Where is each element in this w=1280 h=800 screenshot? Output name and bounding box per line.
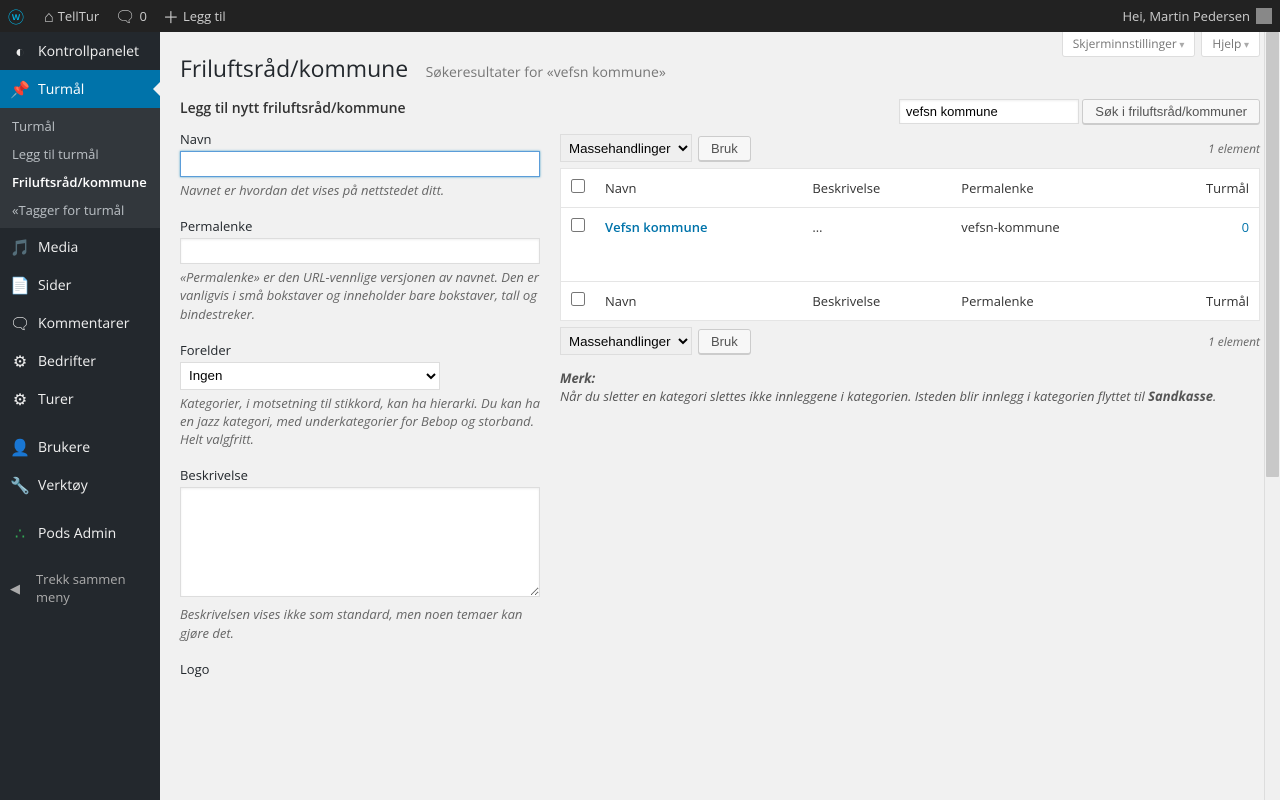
main-content: Skjerminnstillinger Hjelp Friluftsråd/ko… (160, 32, 1280, 800)
home-icon: ⌂ (44, 5, 54, 27)
sidebar-sub-add[interactable]: Legg til turmål (0, 140, 160, 168)
delete-note: Merk: Når du sletter en kategori slettes… (560, 369, 1260, 405)
select-all-bottom[interactable] (571, 292, 585, 306)
terms-table: Navn Beskrivelse Permalenke Turmål Vefsn… (560, 168, 1260, 321)
tablenav-bottom: Massehandlinger Bruk 1 element (560, 327, 1260, 355)
search-input[interactable] (899, 99, 1079, 124)
slug-desc: «Permalenke» er den URL-vennlige versjon… (180, 268, 540, 323)
sidebar-sub-friluft[interactable]: Friluftsråd/kommune (0, 168, 160, 196)
sidebar-item-bedrifter[interactable]: ⚙Bedrifter (0, 342, 160, 380)
sidebar-item-turmal[interactable]: 📌Turmål (0, 70, 160, 108)
comments-icon: 🗨 (10, 312, 30, 334)
my-account[interactable]: Hei, Martin Pedersen (1114, 0, 1280, 32)
col-desc-header[interactable]: Beskrivelse (802, 169, 951, 208)
sidebar-item-tools[interactable]: 🔧Verktøy (0, 466, 160, 504)
col-name-header[interactable]: Navn (595, 169, 802, 208)
screen-options-button[interactable]: Skjerminnstillinger (1062, 32, 1196, 57)
submenu-turmal: Turmål Legg til turmål Friluftsråd/kommu… (0, 108, 160, 228)
pages-icon: 📄 (10, 274, 30, 296)
sidebar-item-media[interactable]: 🎵Media (0, 228, 160, 266)
table-row: Vefsn kommune … vefsn-kommune 0 (561, 208, 1260, 282)
description-label: Beskrivelse (180, 466, 540, 484)
admin-sidebar: ◐Kontrollpanelet 📌Turmål Turmål Legg til… (0, 32, 160, 800)
sidebar-sub-tags[interactable]: «Tagger for turmål (0, 196, 160, 224)
search-box: Søk i friluftsråd/kommuner (560, 99, 1260, 124)
add-term-form: Legg til nytt friluftsråd/kommune Navn N… (180, 99, 540, 678)
tablenav-top: Massehandlinger Bruk 1 element (560, 134, 1260, 162)
dashboard-icon: ◐ (10, 40, 30, 62)
sidebar-item-pods[interactable]: ∴Pods Admin (0, 514, 160, 552)
form-title: Legg til nytt friluftsråd/kommune (180, 99, 540, 118)
sidebar-sub-turmal[interactable]: Turmål (0, 112, 160, 140)
gear-icon: ⚙ (10, 350, 30, 372)
collapse-icon: ◀ (10, 579, 28, 597)
pods-icon: ∴ (10, 522, 30, 544)
row-slug: vefsn-kommune (951, 208, 1152, 282)
sidebar-item-turer[interactable]: ⚙Turer (0, 380, 160, 418)
sidebar-item-dashboard[interactable]: ◐Kontrollpanelet (0, 32, 160, 70)
slug-input[interactable] (180, 238, 540, 264)
row-count-link[interactable]: 0 (1242, 218, 1249, 236)
description-input[interactable] (180, 487, 540, 597)
sidebar-item-users[interactable]: 👤Brukere (0, 428, 160, 466)
media-icon: 🎵 (10, 236, 30, 258)
row-title-link[interactable]: Vefsn kommune (605, 218, 707, 236)
bulk-action-select-top[interactable]: Massehandlinger (560, 134, 692, 162)
name-input[interactable] (180, 151, 540, 177)
col-count-header[interactable]: Turmål (1152, 169, 1260, 208)
sidebar-item-pages[interactable]: 📄Sider (0, 266, 160, 304)
pagination-top: 1 element (1208, 140, 1260, 157)
help-button[interactable]: Hjelp (1201, 32, 1260, 57)
wrench-icon: 🔧 (10, 474, 30, 496)
col-slug-header[interactable]: Permalenke (951, 169, 1152, 208)
parent-desc: Kategorier, i motsetning til stikkord, k… (180, 394, 540, 449)
logo-label: Logo (180, 660, 540, 678)
pin-icon: 📌 (10, 78, 30, 100)
site-name-link[interactable]: ⌂TellTur (36, 0, 107, 32)
row-desc: … (802, 208, 951, 282)
scrollbar[interactable] (1264, 32, 1280, 800)
bulk-apply-top[interactable]: Bruk (698, 136, 751, 161)
plus-icon: ＋ (163, 4, 179, 28)
wordpress-icon: ⓦ (8, 4, 24, 28)
sidebar-item-comments[interactable]: 🗨Kommentarer (0, 304, 160, 342)
row-checkbox[interactable] (571, 218, 585, 232)
parent-label: Forelder (180, 341, 540, 359)
bulk-apply-bottom[interactable]: Bruk (698, 329, 751, 354)
collapse-menu[interactable]: ◀Trekk sammen meny (0, 562, 160, 614)
user-icon: 👤 (10, 436, 30, 458)
gear-icon: ⚙ (10, 388, 30, 410)
bulk-action-select-bottom[interactable]: Massehandlinger (560, 327, 692, 355)
description-desc: Beskrivelsen vises ikke som standard, me… (180, 605, 540, 641)
name-desc: Navnet er hvordan det vises på nettstede… (180, 181, 540, 199)
comments-link[interactable]: 🗨0 (107, 0, 155, 32)
scrollbar-thumb[interactable] (1266, 32, 1279, 477)
screen-meta-links: Skjerminnstillinger Hjelp (1062, 32, 1260, 57)
comments-count: 0 (139, 7, 146, 25)
admin-toolbar: ⓦ ⌂TellTur 🗨0 ＋Legg til Hei, Martin Pede… (0, 0, 1280, 32)
parent-select[interactable]: Ingen (180, 362, 440, 390)
site-name: TellTur (58, 7, 99, 25)
select-all-top[interactable] (571, 179, 585, 193)
slug-label: Permalenke (180, 217, 540, 235)
avatar (1256, 8, 1272, 24)
name-label: Navn (180, 130, 540, 148)
page-subtitle: Søkeresultater for «vefsn kommune» (426, 63, 666, 82)
wp-logo[interactable]: ⓦ (0, 0, 36, 32)
greeting-text: Hei, Martin Pedersen (1122, 7, 1250, 25)
pagination-bottom: 1 element (1208, 333, 1260, 350)
add-new-label: Legg til (183, 7, 226, 25)
add-new-link[interactable]: ＋Legg til (155, 0, 234, 32)
page-title: Friluftsråd/kommune (180, 52, 408, 84)
search-button[interactable]: Søk i friluftsråd/kommuner (1082, 99, 1260, 124)
comment-icon: 🗨 (115, 5, 135, 27)
